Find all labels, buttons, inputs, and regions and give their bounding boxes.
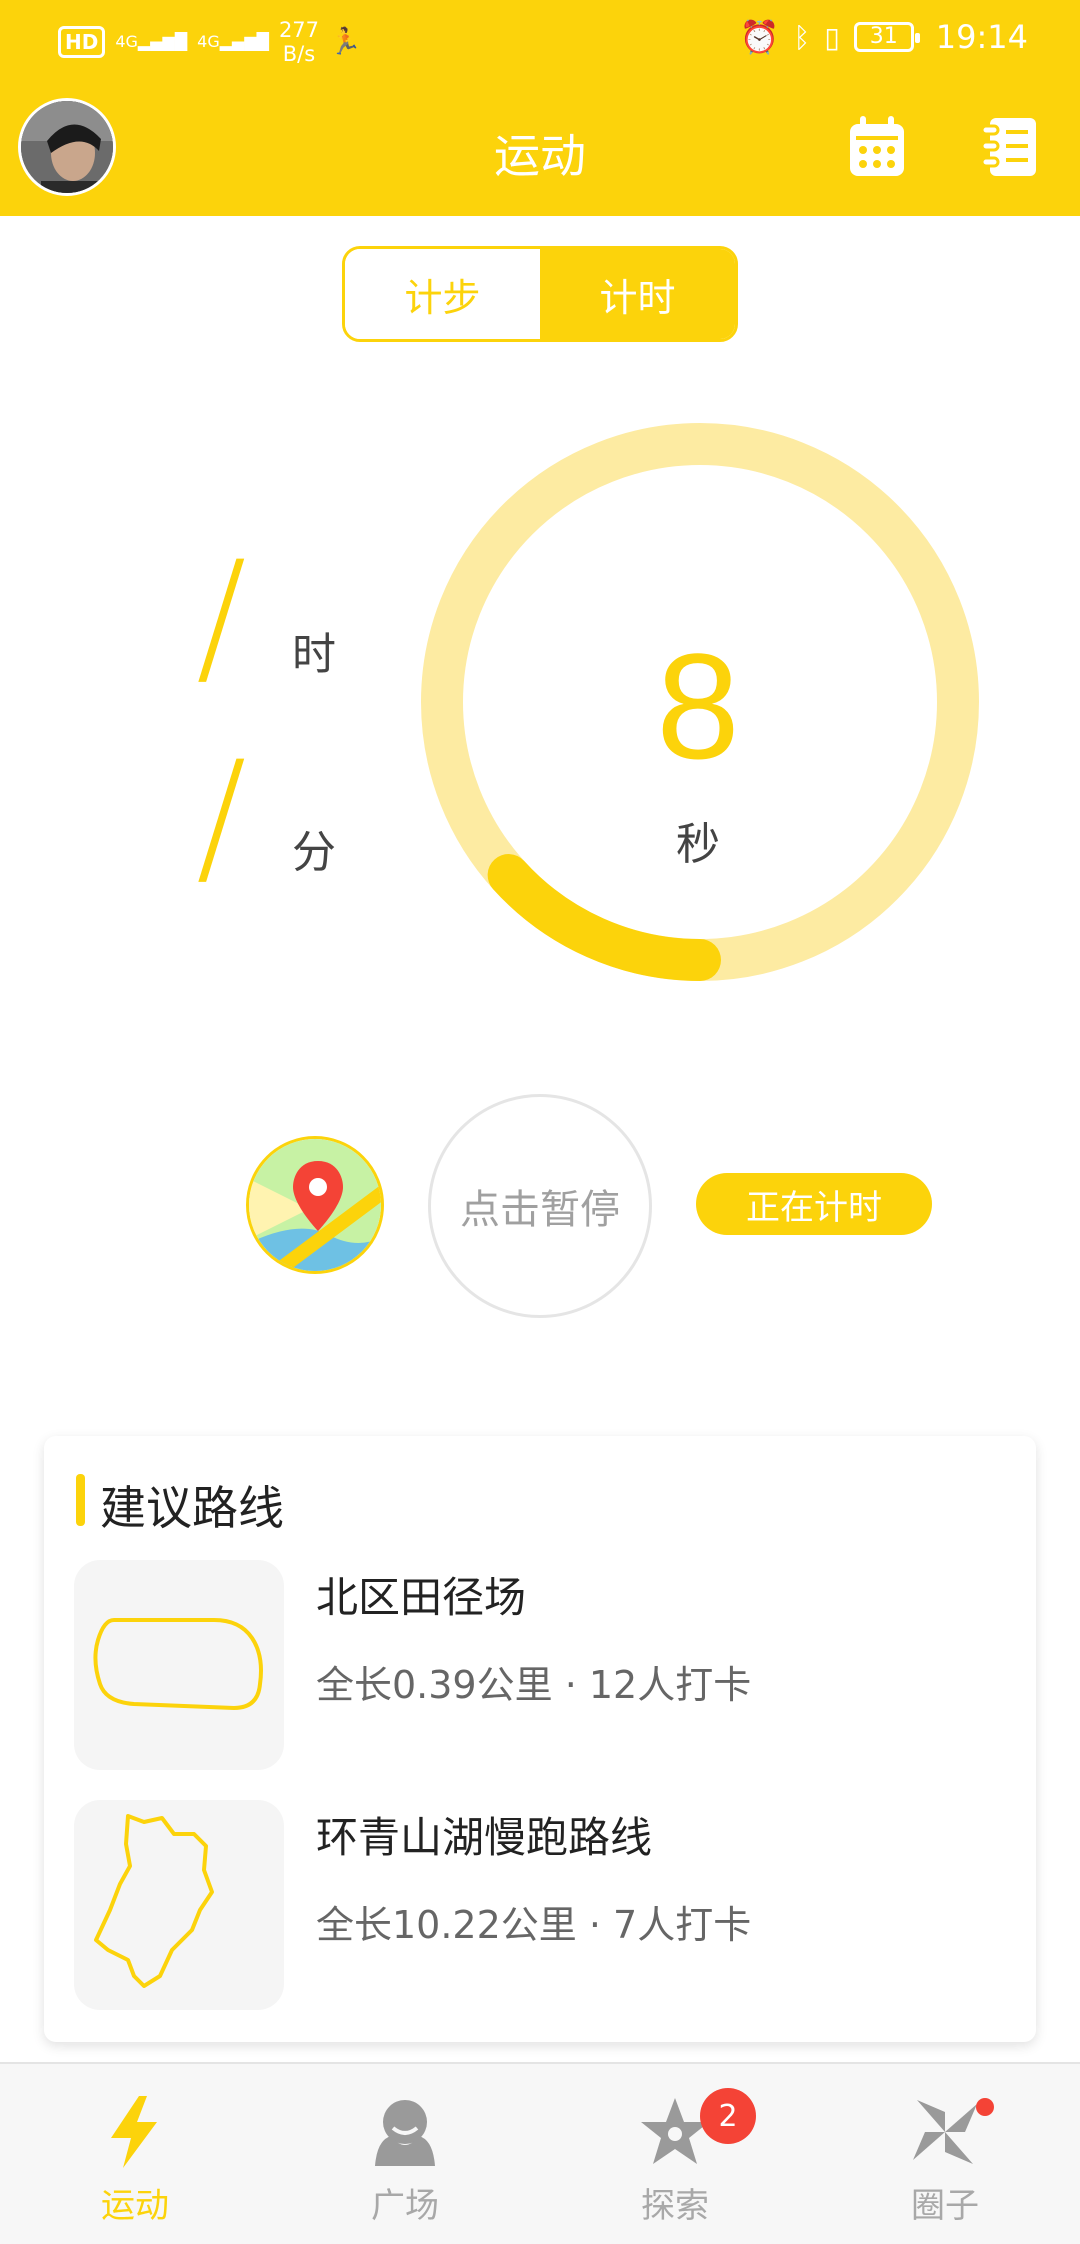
- section-title: 建议路线: [100, 1481, 284, 1535]
- map-pin-icon: [249, 1139, 381, 1271]
- status-bar-right: ⏰ ᛒ ▯ 31 19:14: [740, 18, 1028, 56]
- route-thumbnail: [74, 1560, 284, 1770]
- lightning-icon: [111, 2096, 157, 2168]
- timing-status-badge: 正在计时: [696, 1173, 932, 1235]
- seconds-unit: 秒: [676, 819, 720, 870]
- status-bar-left: HD 4G▂▄▆█ 4G▂▄▆█ 277 B/s 🏃: [58, 18, 361, 66]
- hours-value: /: [196, 530, 247, 704]
- tab-timer[interactable]: 计时: [540, 249, 735, 339]
- clock: 19:14: [935, 18, 1028, 56]
- nav-item-circle[interactable]: 圈子: [810, 2064, 1080, 2244]
- bottom-nav: 运动 广场 探索 2 圈子: [0, 2062, 1080, 2244]
- nav-label: 圈子: [911, 2186, 979, 2226]
- map-button[interactable]: [246, 1136, 384, 1274]
- route-thumbnail: [74, 1800, 284, 2010]
- app-header: HD 4G▂▄▆█ 4G▂▄▆█ 277 B/s 🏃 ⏰ ᛒ ▯ 31 19:14…: [0, 0, 1080, 216]
- hours-unit: 时: [292, 629, 336, 680]
- nav-item-explore[interactable]: 探索 2: [540, 2064, 810, 2244]
- route-item[interactable]: 环青山湖慢跑路线 全长10.22公里 · 7人打卡: [44, 1800, 1036, 2010]
- pause-button[interactable]: 点击暂停: [428, 1094, 652, 1318]
- vibrate-icon: ▯: [824, 20, 840, 54]
- minutes-value: /: [196, 730, 247, 904]
- nav-label: 探索: [641, 2186, 709, 2226]
- signal-icon: 4G▂▄▆█: [197, 32, 269, 51]
- nav-item-plaza[interactable]: 广场: [270, 2064, 540, 2244]
- notebook-icon[interactable]: [980, 114, 1042, 180]
- battery-icon: 31: [853, 22, 920, 52]
- nav-label: 广场: [371, 2186, 439, 2226]
- timer-progress-arc: [487, 854, 721, 981]
- route-name: 北区田径场: [316, 1573, 527, 1622]
- hd-indicator: HD: [58, 26, 106, 58]
- plaza-icon: [375, 2100, 435, 2166]
- lake-route-outline-icon: [94, 1814, 214, 1988]
- nav-label: 运动: [101, 2186, 169, 2226]
- alarm-icon: ⏰: [739, 18, 780, 56]
- track-outline-icon: [93, 1618, 263, 1711]
- network-speed: 277 B/s: [278, 18, 320, 66]
- minutes-unit: 分: [292, 827, 336, 878]
- running-icon: 🏃: [329, 27, 362, 57]
- page-title: 运动: [494, 129, 586, 183]
- calendar-icon[interactable]: [846, 114, 908, 180]
- signal-icon: 4G▂▄▆█: [115, 32, 188, 51]
- route-item[interactable]: 北区田径场 全长0.39公里 · 12人打卡: [44, 1560, 1036, 1770]
- pinwheel-icon: [913, 2100, 977, 2164]
- mode-switch: 计步 计时: [342, 246, 738, 342]
- notification-dot: [976, 2098, 994, 2116]
- tab-step[interactable]: 计步: [345, 249, 540, 339]
- route-meta: 全长10.22公里 · 7人打卡: [316, 1903, 752, 1947]
- nav-item-sport[interactable]: 运动: [0, 2064, 270, 2244]
- bluetooth-icon: ᛒ: [793, 20, 811, 54]
- notification-badge: 2: [700, 2088, 756, 2144]
- route-meta: 全长0.39公里 · 12人打卡: [316, 1663, 752, 1707]
- route-name: 环青山湖慢跑路线: [316, 1813, 653, 1862]
- seconds-value: 8: [656, 622, 740, 790]
- suggested-routes-card: 建议路线 北区田径场 全长0.39公里 · 12人打卡 环青山湖慢跑路线 全长1…: [44, 1436, 1036, 2042]
- section-accent-bar: [76, 1474, 85, 1526]
